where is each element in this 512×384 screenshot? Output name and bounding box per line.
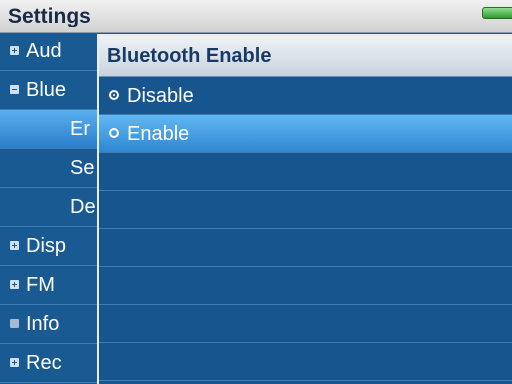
empty-row bbox=[99, 153, 512, 191]
option-label: Disable bbox=[127, 85, 194, 107]
expand-plus-icon bbox=[10, 241, 19, 250]
menu-item-label: Se bbox=[70, 157, 95, 179]
expand-plus-icon bbox=[10, 280, 19, 289]
option-disable[interactable]: Disable bbox=[99, 77, 512, 115]
expand-plus-icon bbox=[10, 358, 19, 367]
header-bar: Settings bbox=[0, 0, 512, 33]
battery-icon bbox=[482, 7, 512, 19]
page-title: Settings bbox=[8, 6, 91, 27]
menu-item-label: De bbox=[70, 196, 96, 218]
empty-row bbox=[99, 305, 512, 343]
device-screen: Settings Aud Blue Er Se De Disp FM Info … bbox=[0, 0, 512, 384]
radio-unchecked-icon bbox=[109, 128, 119, 138]
option-label: Enable bbox=[127, 123, 190, 145]
menu-item-label: Aud bbox=[26, 40, 62, 62]
empty-row bbox=[99, 229, 512, 267]
collapse-minus-icon bbox=[10, 85, 19, 94]
bluetooth-enable-dialog: Bluetooth Enable Disable Enable bbox=[97, 34, 512, 384]
dialog-title: Bluetooth Enable bbox=[99, 36, 512, 77]
square-bullet-icon bbox=[10, 319, 19, 328]
menu-item-label: Blue bbox=[26, 79, 67, 101]
radio-checked-icon bbox=[109, 90, 119, 100]
empty-row bbox=[99, 343, 512, 381]
menu-item-label: Rec bbox=[26, 352, 62, 374]
option-enable[interactable]: Enable bbox=[99, 115, 512, 153]
menu-item-label: Disp bbox=[26, 235, 67, 257]
expand-plus-icon bbox=[10, 46, 19, 55]
menu-item-label: FM bbox=[26, 274, 55, 296]
empty-row bbox=[99, 191, 512, 229]
empty-row bbox=[99, 267, 512, 305]
menu-item-label: Info bbox=[26, 313, 60, 335]
menu-item-label: Er bbox=[70, 118, 90, 140]
